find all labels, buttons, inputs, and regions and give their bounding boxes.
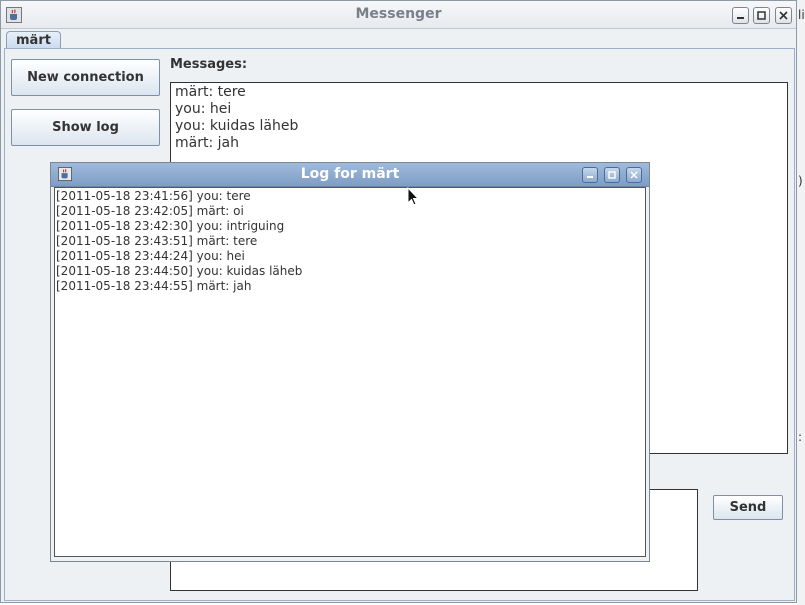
window-title: Messenger <box>355 6 442 22</box>
minimize-icon <box>587 176 593 178</box>
log-entry: [2011-05-18 23:44:50] you: kuidas läheb <box>56 264 303 278</box>
log-window-title: Log for märt <box>300 166 400 182</box>
log-entry: [2011-05-18 23:42:30] you: intriguing <box>56 219 285 233</box>
mouse-cursor-icon <box>407 187 419 206</box>
show-log-button[interactable]: Show log <box>11 109 160 146</box>
log-entry: [2011-05-18 23:43:51] märt: tere <box>56 234 258 248</box>
minimize-button[interactable] <box>732 7 749 24</box>
log-entry: [2011-05-18 23:44:55] märt: jah <box>56 279 252 293</box>
log-entry: [2011-05-18 23:42:05] märt: oi <box>56 204 244 218</box>
close-icon <box>630 171 638 179</box>
log-close-button[interactable] <box>626 167 642 183</box>
message-line: you: kuidas läheb <box>175 118 299 134</box>
maximize-button[interactable] <box>753 7 770 24</box>
tab-strip: märt <box>1 29 796 50</box>
close-button[interactable] <box>775 7 792 24</box>
log-entry: [2011-05-18 23:41:56] you: tere <box>56 189 251 203</box>
log-minimize-button[interactable] <box>582 167 598 183</box>
maximize-icon <box>608 171 616 179</box>
log-window: Log for märt [2011-05-18 23:41:56] you: … <box>50 162 650 562</box>
message-line: märt: jah <box>175 135 239 151</box>
minimize-icon <box>737 17 744 19</box>
close-icon <box>779 11 788 20</box>
message-line: märt: tere <box>175 84 246 100</box>
log-title-bar[interactable]: Log for märt <box>51 163 649 187</box>
message-line: you: hei <box>175 101 232 117</box>
messages-label: Messages: <box>170 57 248 72</box>
background-window-edge: li ) : <box>797 0 805 605</box>
send-button[interactable]: Send <box>713 495 783 520</box>
maximize-icon <box>757 11 766 20</box>
new-connection-button[interactable]: New connection <box>11 59 160 96</box>
log-maximize-button[interactable] <box>604 167 620 183</box>
log-entry: [2011-05-18 23:44:24] you: hei <box>56 249 245 263</box>
log-text-area[interactable]: [2011-05-18 23:41:56] you: tere [2011-05… <box>54 187 646 557</box>
title-bar[interactable]: Messenger <box>1 1 796 29</box>
